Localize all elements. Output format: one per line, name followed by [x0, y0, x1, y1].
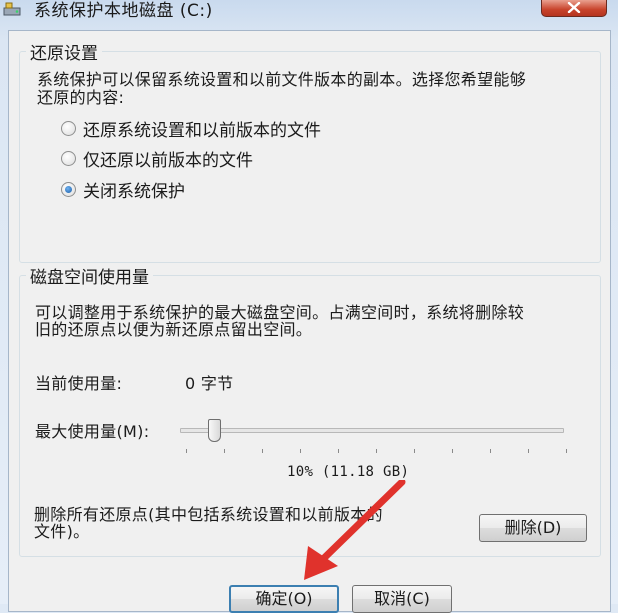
close-button[interactable]: [541, 0, 607, 17]
drive-icon: [3, 2, 21, 16]
delete-button[interactable]: 删除(D): [479, 514, 587, 542]
radio-label-restore-versions-only[interactable]: 仅还原以前版本的文件: [83, 146, 253, 171]
current-usage-value: 0 字节: [185, 374, 234, 393]
radio-restore-settings-and-versions[interactable]: [61, 121, 76, 136]
radio-label-turn-off-protection[interactable]: 关闭系统保护: [83, 177, 185, 202]
radio-label-restore-settings-and-versions[interactable]: 还原系统设置和以前版本的文件: [83, 116, 321, 141]
dialog-window: 系统保护本地磁盘 (C:) 还原设置 系统保护可以保留系统设置和以前文件版本的副…: [0, 0, 618, 613]
restore-settings-title: 还原设置: [26, 39, 102, 64]
annotation-arrow: [304, 480, 406, 580]
radio-turn-off-protection[interactable]: [61, 182, 76, 197]
delete-restore-points-line2: 文件)。: [34, 522, 90, 541]
max-usage-slider-thumb[interactable]: [208, 419, 221, 442]
window-title: 系统保护本地磁盘 (C:): [34, 1, 213, 21]
disk-usage-title: 磁盘空间使用量: [26, 263, 153, 288]
title-bar: 系统保护本地磁盘 (C:): [0, 0, 618, 24]
close-icon: [567, 2, 581, 13]
current-usage-label: 当前使用量:: [35, 374, 123, 393]
max-usage-label: 最大使用量(M):: [35, 422, 150, 441]
restore-description-line2: 还原的内容:: [37, 88, 125, 107]
max-usage-slider-track[interactable]: [180, 428, 564, 433]
disk-description-line2: 旧的还原点以便为新还原点留出空间。: [35, 320, 313, 339]
radio-restore-versions-only[interactable]: [61, 151, 76, 166]
